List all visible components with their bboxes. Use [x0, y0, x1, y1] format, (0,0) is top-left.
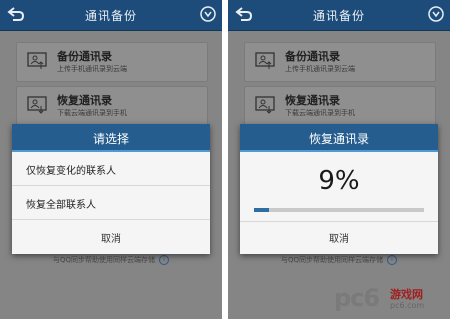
page-title: 通讯备份	[312, 9, 365, 23]
restore-subtitle: 下载云端通讯录到手机	[285, 109, 355, 117]
choose-dialog: 请选择 仅恢复变化的联系人 恢复全部联系人 取消	[12, 124, 210, 254]
left-phone-screen: 通讯备份 备份通讯录 上传手机通讯录到云端 恢复通讯录 下载云端通讯录到手机 与…	[0, 0, 222, 319]
restore-contacts-button[interactable]: 恢复通讯录 下载云端通讯录到手机	[16, 86, 208, 126]
footer-text: 与QQ同步帮助使用同样云端存储	[280, 256, 384, 264]
contacts-download-icon	[255, 96, 275, 114]
info-icon[interactable]: i	[387, 255, 398, 265]
footer-text: 与QQ同步帮助使用同样云端存储	[52, 256, 156, 264]
backup-subtitle: 上传手机通讯录到云端	[285, 65, 355, 73]
cancel-button[interactable]: 取消	[12, 230, 210, 245]
restore-title: 恢复通讯录	[285, 94, 340, 107]
backup-title: 备份通讯录	[285, 50, 340, 63]
backup-subtitle: 上传手机通讯录到云端	[57, 65, 127, 73]
dialog-divider	[240, 221, 438, 222]
dialog-header: 恢复通讯录	[240, 124, 438, 152]
right-phone-screen: 通讯备份 备份通讯录 上传手机通讯录到云端 恢复通讯录 下载云端通讯录到手机 与…	[228, 0, 450, 319]
title-bar: 通讯备份	[228, 0, 450, 31]
contacts-upload-icon	[27, 52, 47, 69]
cancel-button[interactable]: 取消	[240, 230, 438, 245]
watermark-brand: pc6	[334, 284, 380, 312]
restore-subtitle: 下载云端通讯录到手机	[57, 109, 127, 117]
title-bar: 通讯备份	[0, 0, 222, 31]
progress-track	[254, 208, 424, 212]
option-label: 仅恢复变化的联系人	[26, 166, 116, 177]
contacts-upload-icon	[255, 52, 275, 69]
progress-fill	[254, 208, 270, 212]
site-watermark-logo: pc6 游戏网 pc6.com	[334, 284, 444, 314]
option-label: 恢复全部联系人	[26, 200, 96, 211]
backup-title: 备份通讯录	[57, 50, 112, 63]
contacts-download-icon	[27, 96, 47, 114]
backup-contacts-button[interactable]: 备份通讯录 上传手机通讯录到云端	[244, 42, 436, 82]
footer-note: 与QQ同步帮助使用同样云端存储 i	[228, 255, 450, 265]
restore-title: 恢复通讯录	[57, 94, 112, 107]
dialog-header: 请选择	[12, 124, 210, 152]
progress-percent: 9%	[318, 166, 360, 196]
footer-note: 与QQ同步帮助使用同样云端存储 i	[0, 255, 222, 265]
restore-progress-dialog: 恢复通讯录 9% 取消	[240, 124, 438, 254]
menu-down-icon[interactable]	[428, 6, 444, 22]
option-restore-all[interactable]: 恢复全部联系人	[12, 186, 210, 220]
watermark-line1: 游戏网	[390, 288, 423, 301]
watermark-line2: pc6.com	[390, 301, 425, 310]
dialog-title: 恢复通讯录	[308, 132, 369, 146]
restore-contacts-button[interactable]: 恢复通讯录 下载云端通讯录到手机	[244, 86, 436, 126]
dialog-title: 请选择	[92, 132, 129, 146]
info-icon[interactable]: i	[159, 255, 170, 265]
option-restore-changed[interactable]: 仅恢复变化的联系人	[12, 152, 210, 186]
page-title: 通讯备份	[84, 9, 137, 23]
backup-contacts-button[interactable]: 备份通讯录 上传手机通讯录到云端	[16, 42, 208, 82]
menu-down-icon[interactable]	[200, 6, 216, 22]
